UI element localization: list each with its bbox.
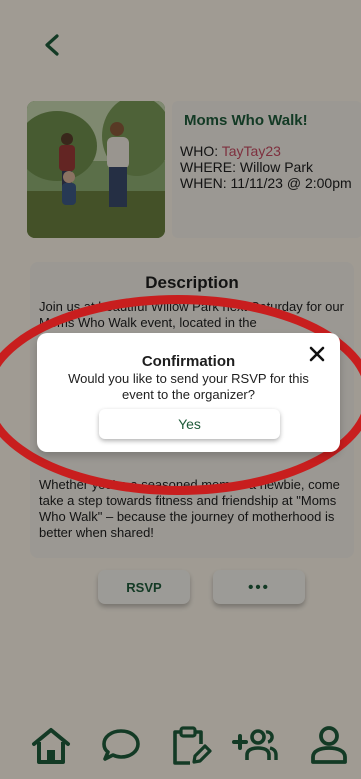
confirmation-dialog: Confirmation Would you like to send your…: [37, 333, 340, 452]
yes-button[interactable]: Yes: [99, 409, 280, 439]
dialog-message: Would you like to send your RSVP for thi…: [68, 371, 309, 402]
dialog-title: Confirmation: [141, 353, 236, 370]
close-icon[interactable]: [308, 345, 326, 363]
